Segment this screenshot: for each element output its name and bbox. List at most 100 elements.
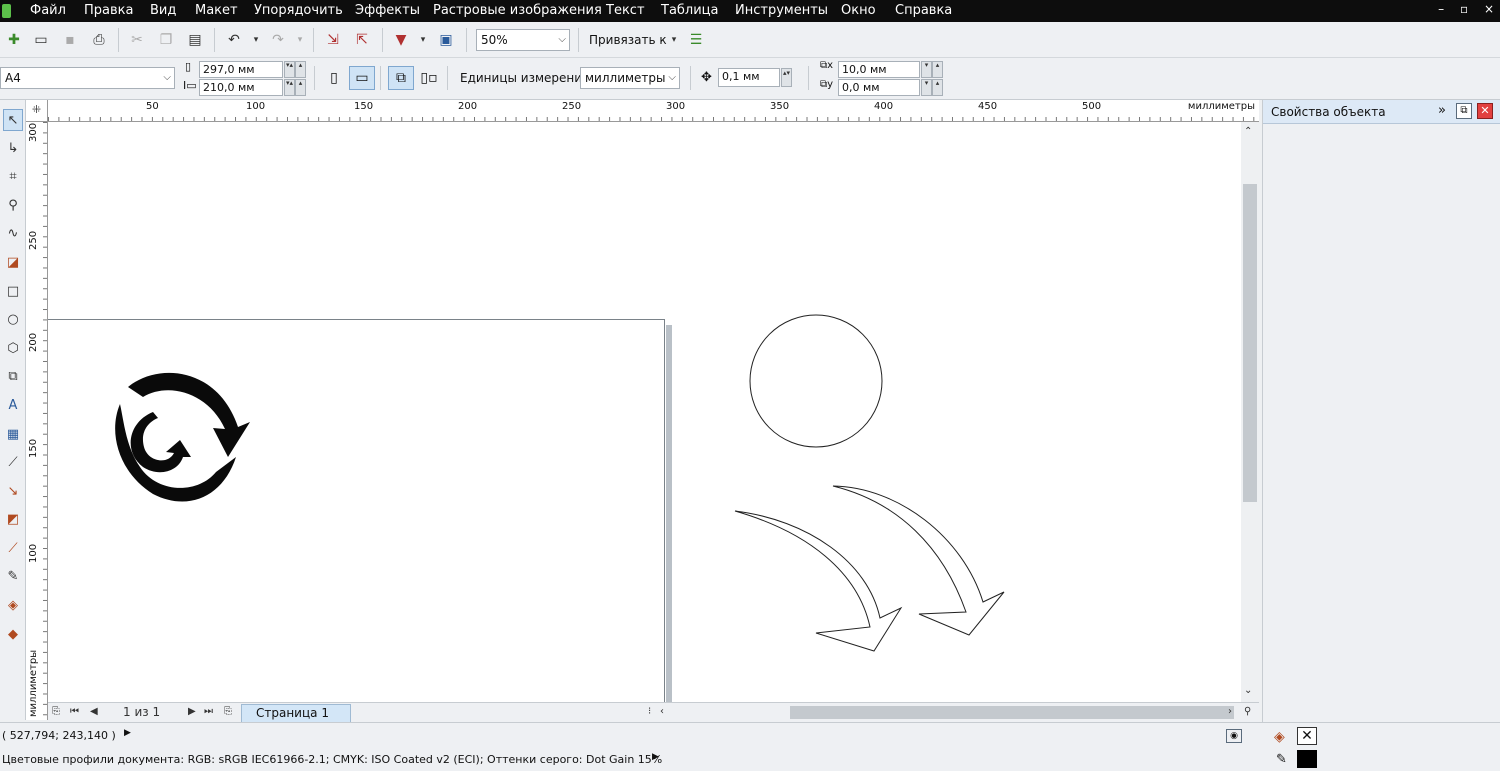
page-width-field[interactable]: 297,0 мм	[199, 61, 283, 78]
add-page-after-icon[interactable]: ⎘	[224, 706, 232, 717]
outline-pen-tool-icon[interactable]: ✎	[3, 566, 23, 588]
pick-tool-icon[interactable]: ↖	[3, 109, 23, 131]
close-button[interactable]: ×	[1484, 2, 1494, 16]
portrait-orientation-button[interactable]: ▯	[321, 66, 347, 90]
arrow-shape[interactable]	[832, 485, 1005, 636]
menu-table[interactable]: Таблица	[661, 3, 719, 18]
docker-float-icon[interactable]: ⧉	[1456, 103, 1472, 119]
duplicate-y-field[interactable]: 0,0 мм	[838, 79, 920, 96]
crop-tool-icon[interactable]: ⌗	[3, 166, 23, 188]
application-launcher-icon[interactable]: ▼	[391, 30, 411, 50]
launcher-dropdown-icon[interactable]: ▾	[413, 30, 433, 50]
add-page-before-icon[interactable]: ⎘	[52, 706, 60, 717]
basic-shapes-tool-icon[interactable]: ⧉	[3, 366, 23, 388]
menu-help[interactable]: Справка	[895, 3, 952, 18]
open-folder-icon[interactable]: ▭	[31, 30, 51, 50]
color-profiles-text[interactable]: Цветовые профили документа: RGB: sRGB IE…	[2, 753, 662, 766]
new-document-icon[interactable]: ✚	[4, 30, 24, 50]
horizontal-scroll-thumb[interactable]	[790, 706, 1234, 719]
tab-page-1[interactable]: Страница 1	[241, 704, 351, 722]
menu-edit[interactable]: Правка	[84, 3, 133, 18]
restore-button[interactable]: ▫	[1460, 2, 1468, 16]
fill-tool-icon[interactable]: ◈	[3, 595, 23, 617]
snap-to-button[interactable]: Привязать к	[589, 33, 667, 47]
undo-dropdown-icon[interactable]: ▾	[246, 30, 266, 50]
freehand-tool-icon[interactable]: ∿	[3, 223, 23, 245]
duplicate-x-field[interactable]: 10,0 мм	[838, 61, 920, 78]
dimension-tool-icon[interactable]: ⟋	[3, 452, 23, 474]
ruler-origin-icon[interactable]: ⁜	[26, 100, 48, 122]
shape-tool-icon[interactable]: ↳	[3, 138, 23, 160]
menu-window[interactable]: Окно	[841, 3, 876, 18]
smart-fill-tool-icon[interactable]: ◪	[3, 252, 23, 274]
redo-icon[interactable]: ↷	[268, 30, 288, 50]
minimize-button[interactable]: –	[1438, 2, 1444, 16]
menu-effects[interactable]: Эффекты	[355, 3, 420, 18]
eyedropper-tool-icon[interactable]: ⟋	[3, 538, 23, 560]
menu-bitmaps[interactable]: Растровые изображения	[433, 3, 602, 18]
landscape-orientation-button[interactable]: ▭	[349, 66, 375, 90]
first-page-icon[interactable]: ⏮	[70, 706, 79, 717]
splitter-icon[interactable]: ⁝	[648, 706, 651, 717]
scroll-up-icon[interactable]: ⌃	[1244, 126, 1252, 137]
profiles-arrow-icon[interactable]: ▶	[652, 752, 659, 762]
current-page-icon[interactable]: ▯▫	[416, 66, 442, 90]
page-size-select[interactable]: A4 ⌵	[0, 67, 175, 89]
next-page-icon[interactable]: ▶	[188, 706, 196, 717]
dup-x-spinner[interactable]: ▾	[921, 61, 932, 78]
polygon-tool-icon[interactable]: ⬡	[3, 338, 23, 360]
width-spinner[interactable]: ▾▴	[284, 61, 295, 78]
docker-collapse-icon[interactable]: »	[1438, 103, 1446, 118]
document-info-icon[interactable]: ◉	[1226, 729, 1242, 743]
dup-y-spinner-up[interactable]: ▴	[932, 79, 943, 96]
paste-icon[interactable]: ▤	[185, 30, 205, 50]
outline-color-swatch[interactable]	[1297, 750, 1317, 768]
arrow-shape[interactable]	[734, 510, 903, 652]
ellipse-tool-icon[interactable]: ○	[3, 309, 23, 331]
save-icon[interactable]: ▪	[60, 30, 80, 50]
connector-tool-icon[interactable]: ↘	[3, 481, 23, 503]
table-tool-icon[interactable]: ▦	[3, 424, 23, 446]
cut-icon[interactable]: ✂	[127, 30, 147, 50]
page-height-field[interactable]: 210,0 мм	[199, 79, 283, 96]
dup-y-spinner[interactable]: ▾	[921, 79, 932, 96]
zoom-select[interactable]: 50% ⌵	[476, 29, 570, 51]
units-select[interactable]: миллиметры ⌵	[580, 67, 680, 89]
fill-none-swatch[interactable]: ✕	[1297, 727, 1317, 745]
print-icon[interactable]: ⎙	[89, 30, 109, 50]
export-icon[interactable]: ⇱	[352, 30, 372, 50]
dup-x-spinner-up[interactable]: ▴	[932, 61, 943, 78]
interactive-fill-tool-icon[interactable]: ◆	[3, 624, 23, 646]
menu-file[interactable]: Файл	[30, 3, 66, 18]
scroll-right-icon[interactable]: ›	[1228, 706, 1232, 717]
scroll-thumb[interactable]	[1243, 184, 1257, 502]
app-icon[interactable]	[2, 4, 11, 18]
snap-dropdown-icon[interactable]: ▾	[664, 30, 684, 50]
expand-arrow-icon[interactable]: ▶	[124, 728, 131, 738]
scroll-down-icon[interactable]: ⌄	[1244, 685, 1252, 696]
zoom-tool-icon[interactable]: ⚲	[3, 195, 23, 217]
horizontal-ruler[interactable]: 50 100 150 200 250 300 350 400 450 500 м…	[48, 100, 1259, 122]
width-spinner-up[interactable]: ▴	[295, 61, 306, 78]
height-spinner-up[interactable]: ▴	[295, 79, 306, 96]
nudge-spinner[interactable]: ▴▾	[781, 68, 792, 87]
docker-close-icon[interactable]: ✕	[1477, 103, 1493, 119]
height-spinner[interactable]: ▾▴	[284, 79, 295, 96]
welcome-screen-icon[interactable]: ▣	[436, 30, 456, 50]
menu-tools[interactable]: Инструменты	[735, 3, 828, 18]
vertical-ruler[interactable]: 300 250 200 150 100 миллиметры	[26, 122, 48, 720]
previous-page-icon[interactable]: ◀	[90, 706, 98, 717]
menu-layout[interactable]: Макет	[195, 3, 238, 18]
all-pages-icon[interactable]: ⧉	[388, 66, 414, 90]
import-icon[interactable]: ⇲	[323, 30, 343, 50]
vertical-scrollbar[interactable]: ⌃ ⌄	[1241, 122, 1259, 702]
scroll-left-icon[interactable]: ‹	[660, 706, 664, 717]
menu-text[interactable]: Текст	[606, 3, 645, 18]
rectangle-tool-icon[interactable]: □	[3, 281, 23, 303]
snap-options-icon[interactable]: ☰	[686, 30, 706, 50]
drawing-canvas[interactable]	[48, 122, 1241, 702]
circle-shape[interactable]	[749, 314, 883, 448]
text-tool-icon[interactable]: A	[3, 395, 23, 417]
blend-tool-icon[interactable]: ◩	[3, 509, 23, 531]
redo-dropdown-icon[interactable]: ▾	[290, 30, 310, 50]
